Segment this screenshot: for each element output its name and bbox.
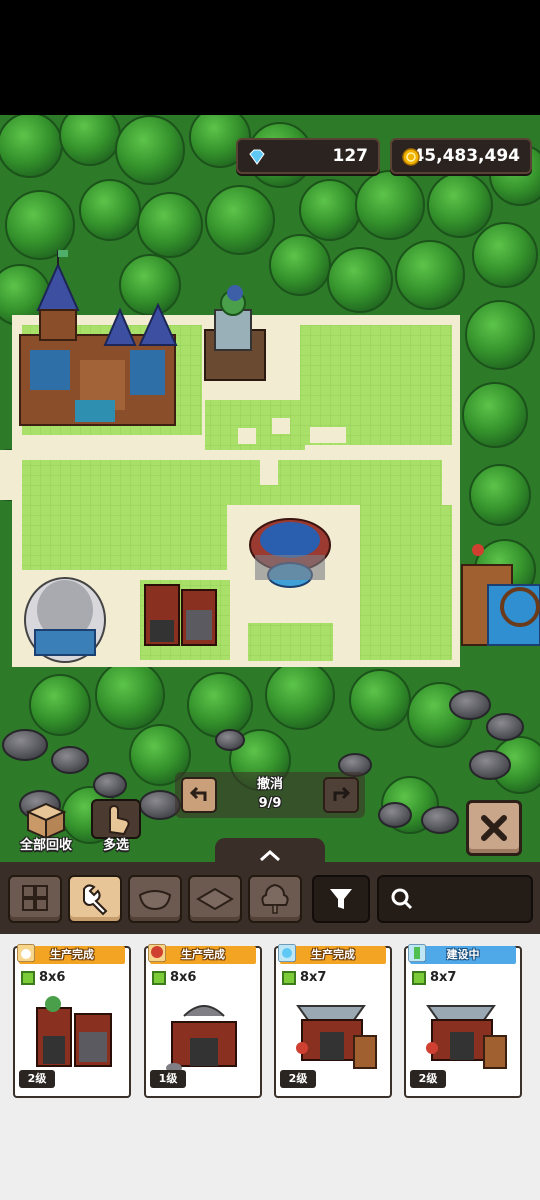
recycle-all-label: 全部回收 bbox=[19, 838, 72, 853]
workshop-art bbox=[36, 996, 112, 1067]
filter-icon bbox=[330, 889, 352, 909]
mushroom-avatar-icon bbox=[148, 944, 166, 962]
game-map[interactable] bbox=[0, 115, 540, 862]
coin-count: 45,483,494 bbox=[412, 146, 520, 166]
category-tree-tab[interactable] bbox=[248, 875, 302, 923]
filter-button[interactable] bbox=[312, 875, 370, 923]
undo-label: 撤消 bbox=[256, 777, 283, 792]
coin-counter[interactable]: 45,483,494 bbox=[390, 138, 532, 174]
size-icon bbox=[282, 970, 296, 985]
gem-counter[interactable]: 127 bbox=[236, 138, 380, 174]
bird-avatar-icon bbox=[278, 944, 296, 962]
card-size: 8x7 bbox=[412, 970, 456, 985]
grid-icon bbox=[22, 885, 48, 911]
map-terrain bbox=[0, 115, 540, 862]
search-input[interactable] bbox=[419, 887, 527, 913]
card-size: 8x6 bbox=[21, 970, 65, 985]
card-level: 1级 bbox=[150, 1070, 186, 1088]
search-icon bbox=[391, 888, 413, 910]
gem-count: 127 bbox=[332, 146, 369, 166]
mine-art bbox=[166, 1005, 237, 1073]
redo-arrow-icon bbox=[333, 786, 351, 801]
undo-count: 9/9 bbox=[258, 796, 282, 811]
multi-select-button[interactable]: 多选 bbox=[88, 798, 144, 856]
tower-building bbox=[24, 577, 106, 663]
search-box[interactable] bbox=[377, 875, 533, 923]
bowl-icon bbox=[138, 890, 172, 911]
size-icon bbox=[152, 970, 166, 985]
card-level: 2级 bbox=[280, 1070, 316, 1088]
card-level: 2级 bbox=[19, 1070, 55, 1088]
undo-button[interactable] bbox=[181, 777, 217, 813]
category-tile-tab[interactable] bbox=[188, 875, 242, 923]
category-bowl-tab[interactable] bbox=[128, 875, 182, 923]
wrench-icon bbox=[83, 884, 108, 916]
tile-icon bbox=[196, 887, 234, 911]
category-grid-tab[interactable] bbox=[8, 875, 62, 923]
category-wrench-tab[interactable] bbox=[68, 875, 122, 923]
tree-icon bbox=[261, 883, 289, 914]
card-size: 8x6 bbox=[152, 970, 196, 985]
undo-panel: 撤消 9/9 bbox=[175, 772, 365, 818]
battery-avatar-icon bbox=[408, 944, 426, 962]
building-card[interactable]: 生产完成 8x6 2级 bbox=[13, 944, 131, 1098]
undo-info: 撤消 9/9 bbox=[221, 775, 319, 813]
anvil-forge-art bbox=[296, 1005, 377, 1069]
diamond-icon bbox=[249, 149, 265, 165]
close-icon bbox=[481, 815, 507, 841]
building-card[interactable]: 生产完成 8x6 1级 bbox=[144, 944, 262, 1098]
fountain-building bbox=[249, 518, 331, 588]
size-icon bbox=[412, 970, 426, 985]
multi-select-label: 多选 bbox=[102, 838, 129, 853]
card-level: 2级 bbox=[410, 1070, 446, 1088]
status-bar bbox=[0, 0, 540, 115]
card-size: 8x7 bbox=[282, 970, 326, 985]
cat-avatar-icon bbox=[17, 944, 35, 962]
building-card[interactable]: 生产完成 8x7 2级 bbox=[274, 944, 392, 1098]
building-card[interactable]: 建设中 8x7 2级 bbox=[404, 944, 522, 1098]
coin-icon bbox=[402, 148, 420, 166]
redo-button[interactable] bbox=[323, 777, 359, 813]
size-icon bbox=[21, 970, 35, 985]
undo-arrow-icon bbox=[189, 786, 207, 801]
anvil-forge-art bbox=[426, 1005, 507, 1069]
close-button[interactable] bbox=[466, 800, 522, 856]
recycle-all-button[interactable]: 全部回收 bbox=[18, 798, 74, 856]
